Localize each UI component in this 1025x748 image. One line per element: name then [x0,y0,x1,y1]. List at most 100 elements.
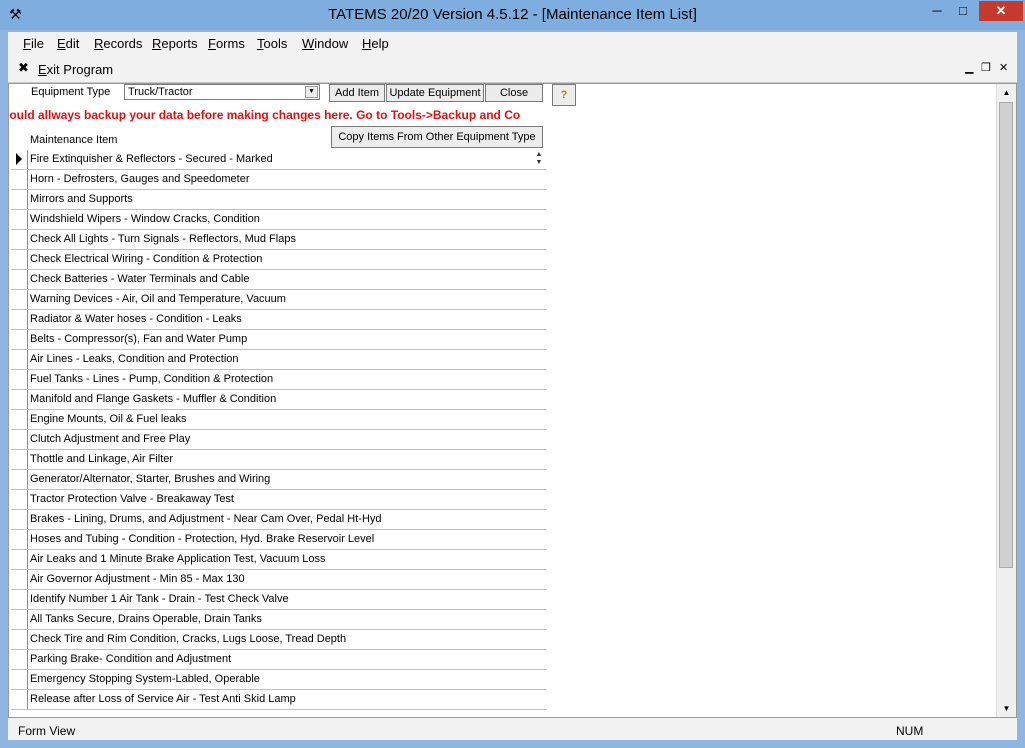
equipment-type-select[interactable]: Truck/Tractor ▼ [124,84,320,100]
maintenance-item-cell[interactable]: Hoses and Tubing - Condition - Protectio… [30,533,374,545]
table-row[interactable]: All Tanks Secure, Drains Operable, Drain… [11,610,547,630]
maintenance-item-cell[interactable]: Manifold and Flange Gaskets - Muffler & … [30,393,276,405]
maintenance-item-cell[interactable]: Engine Mounts, Oil & Fuel leaks [30,413,187,425]
exit-program-button[interactable]: Exit Program [38,62,113,77]
maintenance-item-cell[interactable]: Fire Extinquisher & Reflectors - Secured… [30,153,273,165]
record-selector[interactable] [11,330,28,349]
table-row[interactable]: Check Batteries - Water Terminals and Ca… [11,270,547,290]
table-row[interactable]: Release after Loss of Service Air - Test… [11,690,547,710]
record-selector[interactable] [11,610,28,629]
record-selector[interactable] [11,690,28,709]
add-item-button[interactable]: Add Item [329,84,385,102]
record-selector[interactable] [11,230,28,249]
mdi-restore-icon[interactable]: ❐ [981,61,991,74]
maintenance-item-cell[interactable]: Tractor Protection Valve - Breakaway Tes… [30,493,234,505]
menu-tools[interactable]: Tools [257,36,287,51]
record-selector[interactable] [11,450,28,469]
table-row[interactable]: Radiator & Water hoses - Condition - Lea… [11,310,547,330]
table-row[interactable]: Hoses and Tubing - Condition - Protectio… [11,530,547,550]
maintenance-item-cell[interactable]: Release after Loss of Service Air - Test… [30,693,296,705]
menu-edit[interactable]: Edit [57,36,79,51]
record-selector[interactable] [11,430,28,449]
maintenance-item-cell[interactable]: Warning Devices - Air, Oil and Temperatu… [30,293,286,305]
record-selector[interactable] [11,410,28,429]
table-row[interactable]: Horn - Defrosters, Gauges and Speedomete… [11,170,547,190]
table-row[interactable]: Emergency Stopping System-Labled, Operab… [11,670,547,690]
close-button[interactable]: Close [485,84,543,102]
record-selector[interactable] [11,390,28,409]
scroll-up-icon[interactable]: ▲ [997,84,1016,101]
maintenance-item-cell[interactable]: Check Batteries - Water Terminals and Ca… [30,273,249,285]
table-row[interactable]: Fire Extinquisher & Reflectors - Secured… [11,150,547,170]
maximize-icon[interactable]: □ [950,1,976,21]
record-selector[interactable] [11,490,28,509]
menu-help[interactable]: Help [362,36,389,51]
record-selector[interactable] [11,150,28,169]
maintenance-item-cell[interactable]: Identify Number 1 Air Tank - Drain - Tes… [30,593,289,605]
close-icon[interactable]: ✕ [979,1,1023,21]
maintenance-item-cell[interactable]: Belts - Compressor(s), Fan and Water Pum… [30,333,247,345]
record-selector[interactable] [11,530,28,549]
mdi-minimize-icon[interactable]: ▁ [965,61,973,74]
copy-items-button[interactable]: Copy Items From Other Equipment Type [331,126,543,148]
table-row[interactable]: Belts - Compressor(s), Fan and Water Pum… [11,330,547,350]
minimize-icon[interactable]: ─ [924,1,950,21]
record-selector[interactable] [11,370,28,389]
record-selector[interactable] [11,170,28,189]
maintenance-item-cell[interactable]: Air Governor Adjustment - Min 85 - Max 1… [30,573,245,585]
menu-file[interactable]: File [23,36,44,51]
menu-records[interactable]: Records [94,36,142,51]
table-row[interactable]: Engine Mounts, Oil & Fuel leaks [11,410,547,430]
maintenance-item-cell[interactable]: Mirrors and Supports [30,193,133,205]
maintenance-item-cell[interactable]: Check All Lights - Turn Signals - Reflec… [30,233,296,245]
maintenance-item-cell[interactable]: Horn - Defrosters, Gauges and Speedomete… [30,173,250,185]
maintenance-item-cell[interactable]: Air Leaks and 1 Minute Brake Application… [30,553,326,565]
table-row[interactable]: Identify Number 1 Air Tank - Drain - Tes… [11,590,547,610]
table-row[interactable]: Manifold and Flange Gaskets - Muffler & … [11,390,547,410]
record-selector[interactable] [11,270,28,289]
record-selector[interactable] [11,670,28,689]
record-selector[interactable] [11,650,28,669]
vertical-scrollbar[interactable]: ▲ ▼ [996,84,1016,717]
record-selector[interactable] [11,290,28,309]
menu-window[interactable]: Window [302,36,348,51]
table-row[interactable]: Thottle and Linkage, Air Filter [11,450,547,470]
record-selector[interactable] [11,350,28,369]
record-selector[interactable] [11,250,28,269]
table-row[interactable]: Clutch Adjustment and Free Play [11,430,547,450]
help-icon[interactable]: ? [552,84,576,106]
maintenance-item-cell[interactable]: Air Lines - Leaks, Condition and Protect… [30,353,239,365]
table-row[interactable]: Air Governor Adjustment - Min 85 - Max 1… [11,570,547,590]
scroll-thumb[interactable] [999,102,1013,568]
table-row[interactable]: Check Tire and Rim Condition, Cracks, Lu… [11,630,547,650]
maintenance-item-cell[interactable]: Fuel Tanks - Lines - Pump, Condition & P… [30,373,273,385]
table-row[interactable]: Tractor Protection Valve - Breakaway Tes… [11,490,547,510]
record-selector[interactable] [11,310,28,329]
maintenance-item-cell[interactable]: Check Tire and Rim Condition, Cracks, Lu… [30,633,346,645]
record-selector[interactable] [11,570,28,589]
menu-forms[interactable]: Forms [208,36,245,51]
record-selector[interactable] [11,630,28,649]
maintenance-item-cell[interactable]: All Tanks Secure, Drains Operable, Drain… [30,613,262,625]
maintenance-item-cell[interactable]: Generator/Alternator, Starter, Brushes a… [30,473,270,485]
table-row[interactable]: Air Leaks and 1 Minute Brake Application… [11,550,547,570]
scroll-down-icon[interactable]: ▼ [997,700,1016,717]
maintenance-item-cell[interactable]: Radiator & Water hoses - Condition - Lea… [30,313,242,325]
table-row[interactable]: Air Lines - Leaks, Condition and Protect… [11,350,547,370]
maintenance-item-cell[interactable]: Parking Brake- Condition and Adjustment [30,653,231,665]
record-selector[interactable] [11,190,28,209]
table-row[interactable]: Warning Devices - Air, Oil and Temperatu… [11,290,547,310]
table-row[interactable]: Generator/Alternator, Starter, Brushes a… [11,470,547,490]
maintenance-item-cell[interactable]: Brakes - Lining, Drums, and Adjustment -… [30,513,382,525]
update-equipment-button[interactable]: Update Equipment [386,84,484,102]
table-row[interactable]: Check Electrical Wiring - Condition & Pr… [11,250,547,270]
table-row[interactable]: Windshield Wipers - Window Cracks, Condi… [11,210,547,230]
table-row[interactable]: Parking Brake- Condition and Adjustment [11,650,547,670]
record-selector[interactable] [11,590,28,609]
table-row[interactable]: Fuel Tanks - Lines - Pump, Condition & P… [11,370,547,390]
mdi-close-icon[interactable]: ✕ [999,61,1008,74]
dropdown-arrow-icon[interactable]: ▼ [305,86,318,98]
record-selector[interactable] [11,550,28,569]
maintenance-item-cell[interactable]: Clutch Adjustment and Free Play [30,433,190,445]
record-selector[interactable] [11,510,28,529]
